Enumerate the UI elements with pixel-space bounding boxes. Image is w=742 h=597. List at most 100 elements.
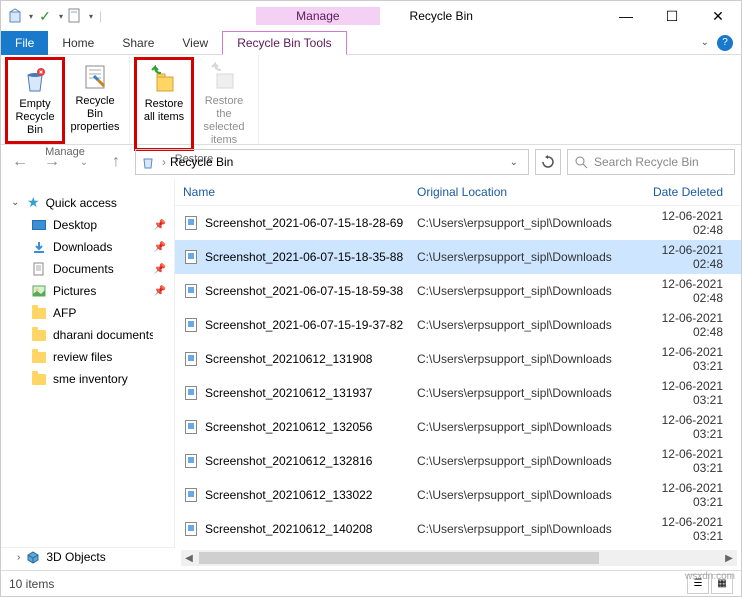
navigation-pane: ⌄ ★ Quick access Desktop 📌 Downloads 📌 D…: [1, 179, 175, 565]
nav-sme[interactable]: sme inventory: [1, 368, 174, 390]
scroll-right-button[interactable]: ▶: [721, 553, 737, 564]
restore-all-icon: [148, 64, 180, 96]
file-date: 12-06-2021 03:21: [637, 447, 733, 475]
nav-desktop[interactable]: Desktop 📌: [1, 214, 174, 236]
file-row[interactable]: Screenshot_2021-06-07-15-19-37-82C:\User…: [175, 308, 741, 342]
qat-check-icon[interactable]: ✓: [35, 6, 55, 26]
recycle-bin-tools-tab[interactable]: Recycle Bin Tools: [222, 31, 347, 55]
folder-icon: [31, 371, 47, 387]
nav-pictures[interactable]: Pictures 📌: [1, 280, 174, 302]
file-row[interactable]: Screenshot_20210612_133022C:\Users\erpsu…: [175, 478, 741, 512]
file-date: 12-06-2021 03:21: [637, 515, 733, 543]
status-bar: 10 items ☰ ▦: [1, 570, 741, 596]
nav-label: sme inventory: [53, 372, 128, 386]
ribbon-group-manage: Empty Recycle Bin Recycle Bin properties…: [1, 55, 130, 144]
file-row[interactable]: Screenshot_2021-06-07-15-18-28-69C:\User…: [175, 206, 741, 240]
nav-3d-objects[interactable]: › 3D Objects: [1, 547, 175, 566]
file-name: Screenshot_2021-06-07-15-18-35-88: [205, 250, 417, 264]
nav-afp[interactable]: AFP: [1, 302, 174, 324]
file-name: Screenshot_20210612_133022: [205, 488, 417, 502]
file-icon: [183, 249, 199, 265]
nav-documents[interactable]: Documents 📌: [1, 258, 174, 280]
share-tab[interactable]: Share: [108, 32, 168, 54]
restore-all-button[interactable]: Restore all items: [134, 57, 194, 151]
chevron-down-icon[interactable]: ⌄: [11, 197, 21, 208]
horizontal-scrollbar[interactable]: ◀ ▶: [181, 550, 737, 566]
column-date[interactable]: Date Deleted: [637, 185, 733, 199]
file-icon: [183, 215, 199, 231]
restore-selected-icon: [208, 61, 240, 93]
nav-downloads[interactable]: Downloads 📌: [1, 236, 174, 258]
history-dropdown[interactable]: ⌄: [71, 149, 97, 175]
address-chevron-icon: ›: [162, 155, 166, 169]
close-button[interactable]: ✕: [695, 1, 741, 31]
forward-button[interactable]: →: [39, 149, 65, 175]
file-row[interactable]: Screenshot_20210612_132056C:\Users\erpsu…: [175, 410, 741, 444]
file-tab[interactable]: File: [1, 31, 48, 55]
file-list: Name Original Location Date Deleted Scre…: [175, 179, 741, 565]
qat-bin-icon[interactable]: [5, 6, 25, 26]
column-name[interactable]: Name: [183, 185, 417, 199]
pin-icon: 📌: [154, 242, 166, 253]
file-date: 12-06-2021 02:48: [637, 209, 733, 237]
file-name: Screenshot_2021-06-07-15-18-28-69: [205, 216, 417, 230]
file-icon: [183, 453, 199, 469]
qat-check-dropdown[interactable]: ▾: [59, 12, 63, 21]
file-icon: [183, 521, 199, 537]
file-location: C:\Users\erpsupport_sipl\Downloads: [417, 318, 637, 332]
view-tab[interactable]: View: [168, 32, 222, 54]
back-button[interactable]: ←: [7, 149, 33, 175]
file-icon: [183, 283, 199, 299]
qat-bin-dropdown[interactable]: ▾: [29, 12, 33, 21]
maximize-button[interactable]: ☐: [649, 1, 695, 31]
collapse-ribbon-button[interactable]: ⌄: [701, 37, 709, 48]
file-location: C:\Users\erpsupport_sipl\Downloads: [417, 420, 637, 434]
file-row[interactable]: Screenshot_20210612_131937C:\Users\erpsu…: [175, 376, 741, 410]
up-button[interactable]: ↑: [103, 149, 129, 175]
file-name: Screenshot_20210612_132816: [205, 454, 417, 468]
file-icon: [183, 317, 199, 333]
file-icon: [183, 419, 199, 435]
chevron-right-icon[interactable]: ›: [17, 552, 20, 563]
file-name: Screenshot_20210612_131908: [205, 352, 417, 366]
quick-access-toolbar: ▾ ✓ ▾ ▾ |: [1, 6, 110, 26]
home-tab[interactable]: Home: [48, 32, 108, 54]
pictures-icon: [31, 283, 47, 299]
file-row[interactable]: Screenshot_2021-06-07-15-18-59-38C:\User…: [175, 274, 741, 308]
scroll-left-button[interactable]: ◀: [181, 553, 197, 564]
scroll-thumb[interactable]: [199, 552, 599, 564]
file-icon: [183, 351, 199, 367]
obj3d-icon: [26, 550, 40, 564]
address-dropdown[interactable]: ⌄: [504, 157, 524, 168]
empty-recycle-bin-button[interactable]: Empty Recycle Bin: [5, 57, 65, 144]
downloads-icon: [31, 239, 47, 255]
nav-review[interactable]: review files: [1, 346, 174, 368]
qat-doc-icon[interactable]: [65, 6, 85, 26]
qat-customize-dropdown[interactable]: ▾: [89, 12, 93, 21]
minimize-button[interactable]: —: [603, 1, 649, 31]
documents-icon: [31, 261, 47, 277]
nav-quick-access[interactable]: ⌄ ★ Quick access: [1, 191, 174, 214]
address-box[interactable]: › Recycle Bin ⌄: [135, 149, 529, 175]
refresh-button[interactable]: [535, 149, 561, 175]
recycle-bin-properties-button[interactable]: Recycle Bin properties: [65, 57, 125, 144]
help-button[interactable]: ?: [717, 35, 733, 51]
file-row[interactable]: Screenshot_20210612_140208C:\Users\erpsu…: [175, 512, 741, 546]
empty-bin-icon: [19, 64, 51, 96]
status-item-count: 10 items: [9, 577, 54, 591]
nav-dharani[interactable]: dharani documents: [1, 324, 174, 346]
file-date: 12-06-2021 02:48: [637, 311, 733, 339]
search-placeholder: Search Recycle Bin: [594, 155, 699, 169]
file-row[interactable]: Screenshot_20210612_131908C:\Users\erpsu…: [175, 342, 741, 376]
column-location[interactable]: Original Location: [417, 185, 637, 199]
pin-icon: 📌: [154, 286, 166, 297]
pin-icon: 📌: [154, 220, 166, 231]
file-rows: Screenshot_2021-06-07-15-18-28-69C:\User…: [175, 206, 741, 546]
file-location: C:\Users\erpsupport_sipl\Downloads: [417, 216, 637, 230]
address-bin-icon: [140, 154, 156, 170]
file-name: Screenshot_2021-06-07-15-18-59-38: [205, 284, 417, 298]
window-title: Recycle Bin: [410, 9, 473, 23]
file-row[interactable]: Screenshot_2021-06-07-15-18-35-88C:\User…: [175, 240, 741, 274]
search-box[interactable]: Search Recycle Bin: [567, 149, 735, 175]
file-row[interactable]: Screenshot_20210612_132816C:\Users\erpsu…: [175, 444, 741, 478]
